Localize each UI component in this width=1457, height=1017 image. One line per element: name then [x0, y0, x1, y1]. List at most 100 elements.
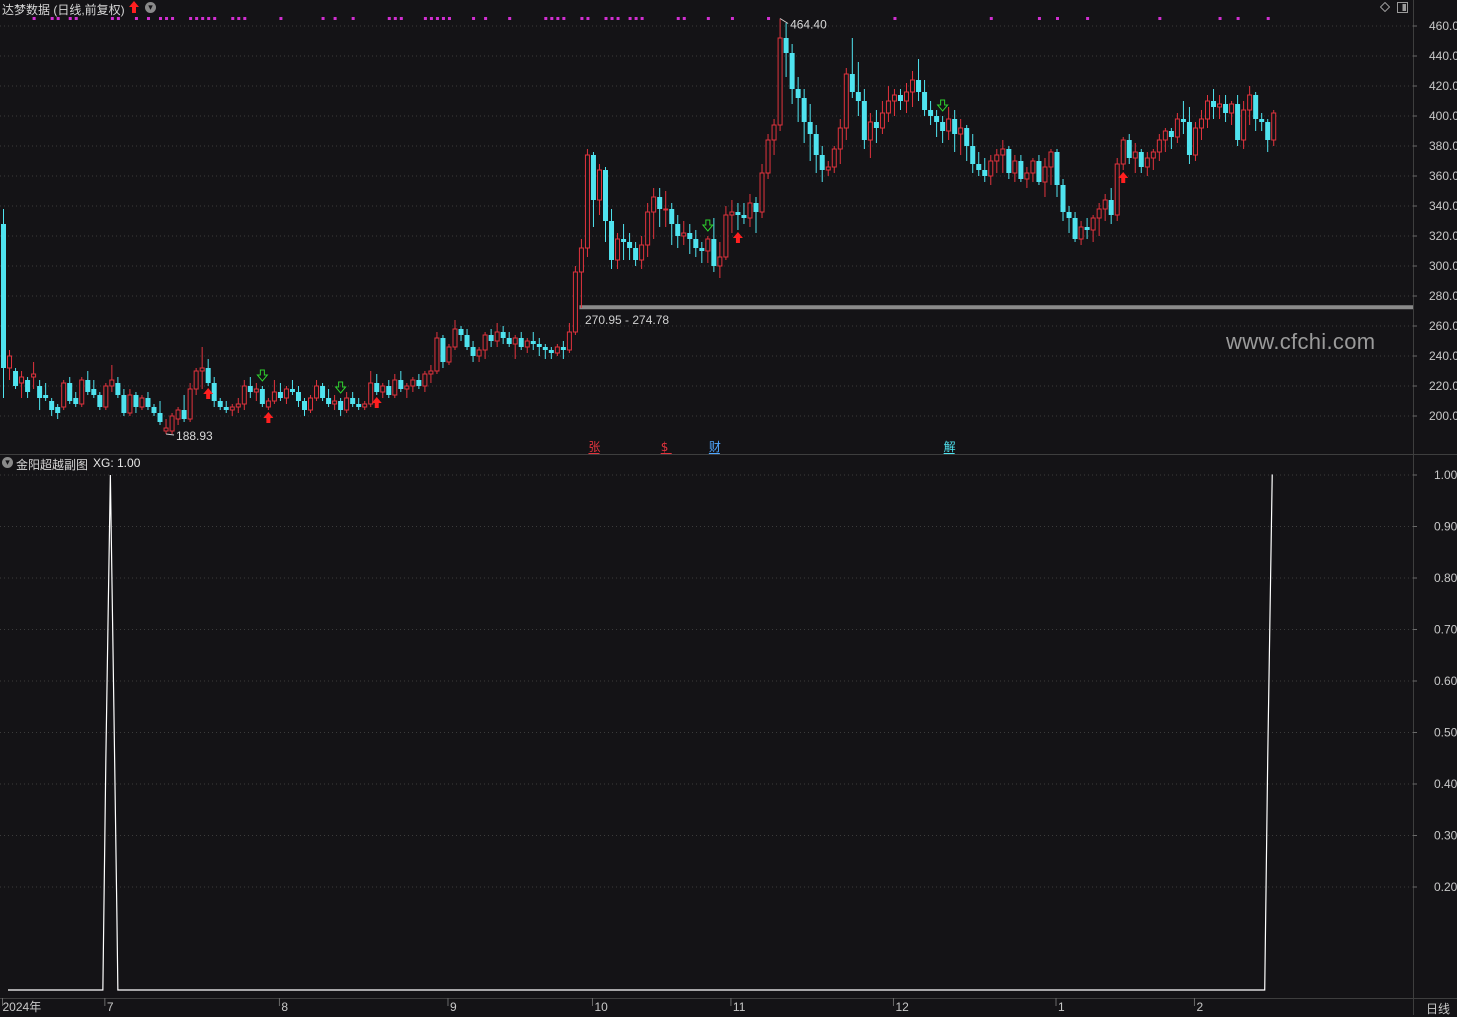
candle-body: [277, 392, 283, 398]
candle-body: [289, 389, 295, 392]
signal-dot: [989, 17, 993, 20]
candle-body: [37, 386, 43, 398]
candle-body: [657, 197, 663, 209]
y-tick-label: 0.30: [1434, 829, 1457, 843]
signal-dot: [484, 17, 488, 20]
candle-body: [645, 211, 651, 246]
candle-body: [362, 403, 368, 408]
diamond-icon[interactable]: [1380, 2, 1390, 12]
signal-dot: [165, 17, 169, 20]
y-tick-label: 0.60: [1434, 674, 1457, 688]
candle-body: [873, 122, 879, 128]
candle-body: [675, 224, 681, 236]
y-tick-label: 380.0: [1429, 139, 1457, 153]
candle-body: [55, 407, 61, 413]
candle-body: [1253, 95, 1259, 119]
candle-body: [199, 367, 205, 372]
y-tick-label: 0.80: [1434, 571, 1457, 585]
signal-dot: [472, 17, 476, 20]
candle-body: [464, 335, 470, 347]
chevron-down-icon[interactable]: ▾: [145, 2, 156, 13]
signal-dot: [580, 17, 584, 20]
candle-body: [61, 382, 67, 408]
x-tick-label: 9: [450, 1000, 457, 1014]
candle-body: [109, 379, 115, 387]
candle-body: [976, 164, 982, 170]
candle-body: [849, 74, 855, 92]
candle-body: [639, 244, 645, 261]
candle-body: [1211, 101, 1217, 107]
signal-dot: [171, 17, 175, 20]
candle: [572, 266, 578, 335]
candle-body: [1247, 94, 1253, 111]
min-price-label: 188.93: [176, 429, 213, 443]
signal-dot: [333, 17, 337, 20]
candle: [765, 134, 771, 179]
candle-body: [1030, 160, 1036, 174]
x-tick-label: 8: [281, 1000, 288, 1014]
candle: [259, 386, 265, 407]
candle-body: [970, 146, 976, 164]
candle-body: [283, 388, 289, 399]
candle: [13, 368, 19, 389]
candle-body: [1036, 161, 1042, 182]
candle-body: [476, 349, 482, 357]
stock-chart-canvas[interactable]: 464.40188.93 张 $ 财解 200.0220.0240.0260.028…: [0, 0, 1457, 1015]
watermark: www.cfchi.com: [1226, 329, 1376, 354]
candle-body: [121, 395, 127, 413]
candle-body: [416, 380, 422, 386]
candle-body: [410, 379, 416, 387]
candle-body: [163, 427, 169, 432]
candle-body: [1078, 226, 1084, 240]
candle-body: [789, 53, 795, 89]
candle-body: [500, 332, 506, 338]
x-tick-label: 7: [107, 1000, 114, 1014]
signal-dot: [640, 17, 644, 20]
candle: [1114, 158, 1120, 221]
candle-body: [621, 239, 627, 242]
candle: [61, 380, 67, 410]
candle-body: [524, 340, 530, 348]
y-tick-label: 0.70: [1434, 623, 1457, 637]
signal-dot: [550, 17, 554, 20]
candle-body: [518, 338, 524, 347]
candle-body: [855, 92, 861, 101]
candle-body: [1102, 199, 1108, 210]
candle-body: [49, 401, 55, 410]
candle-body: [946, 118, 952, 132]
signal-dot: [610, 17, 614, 20]
candle-body: [1054, 152, 1060, 185]
signal-dot: [231, 17, 235, 20]
candle-body: [488, 335, 494, 341]
candle-body: [783, 38, 789, 53]
candle-body: [235, 403, 241, 408]
candle: [187, 383, 193, 422]
signal-dot: [676, 17, 680, 20]
candle-body: [1229, 103, 1235, 114]
signal-dot: [682, 17, 686, 20]
period-label[interactable]: 日线: [1426, 1000, 1450, 1017]
candle: [169, 413, 175, 434]
window-icon[interactable]: [1397, 2, 1408, 13]
candle-body: [699, 248, 705, 251]
signal-dot: [1056, 17, 1059, 20]
candle-body: [813, 134, 819, 155]
candle-body: [253, 388, 259, 393]
x-tick-label: 2024年: [3, 1000, 42, 1014]
candle-body: [157, 413, 163, 422]
candle-body: [542, 347, 548, 350]
signal-dot: [634, 17, 638, 20]
y-tick-label: 340.0: [1429, 199, 1457, 213]
candle-body: [211, 383, 217, 401]
candle-body: [1162, 130, 1168, 141]
chevron-down-icon[interactable]: ▾: [2, 457, 13, 468]
signal-dot: [562, 17, 566, 20]
candle-body: [1217, 103, 1223, 108]
support-line: [579, 305, 1413, 310]
candle-body: [97, 395, 103, 407]
candle-body: [964, 128, 970, 146]
signal-dot: [1037, 17, 1041, 20]
candle-body: [1096, 208, 1102, 219]
x-tick-label: 10: [594, 1000, 608, 1014]
candle-body: [193, 370, 199, 390]
